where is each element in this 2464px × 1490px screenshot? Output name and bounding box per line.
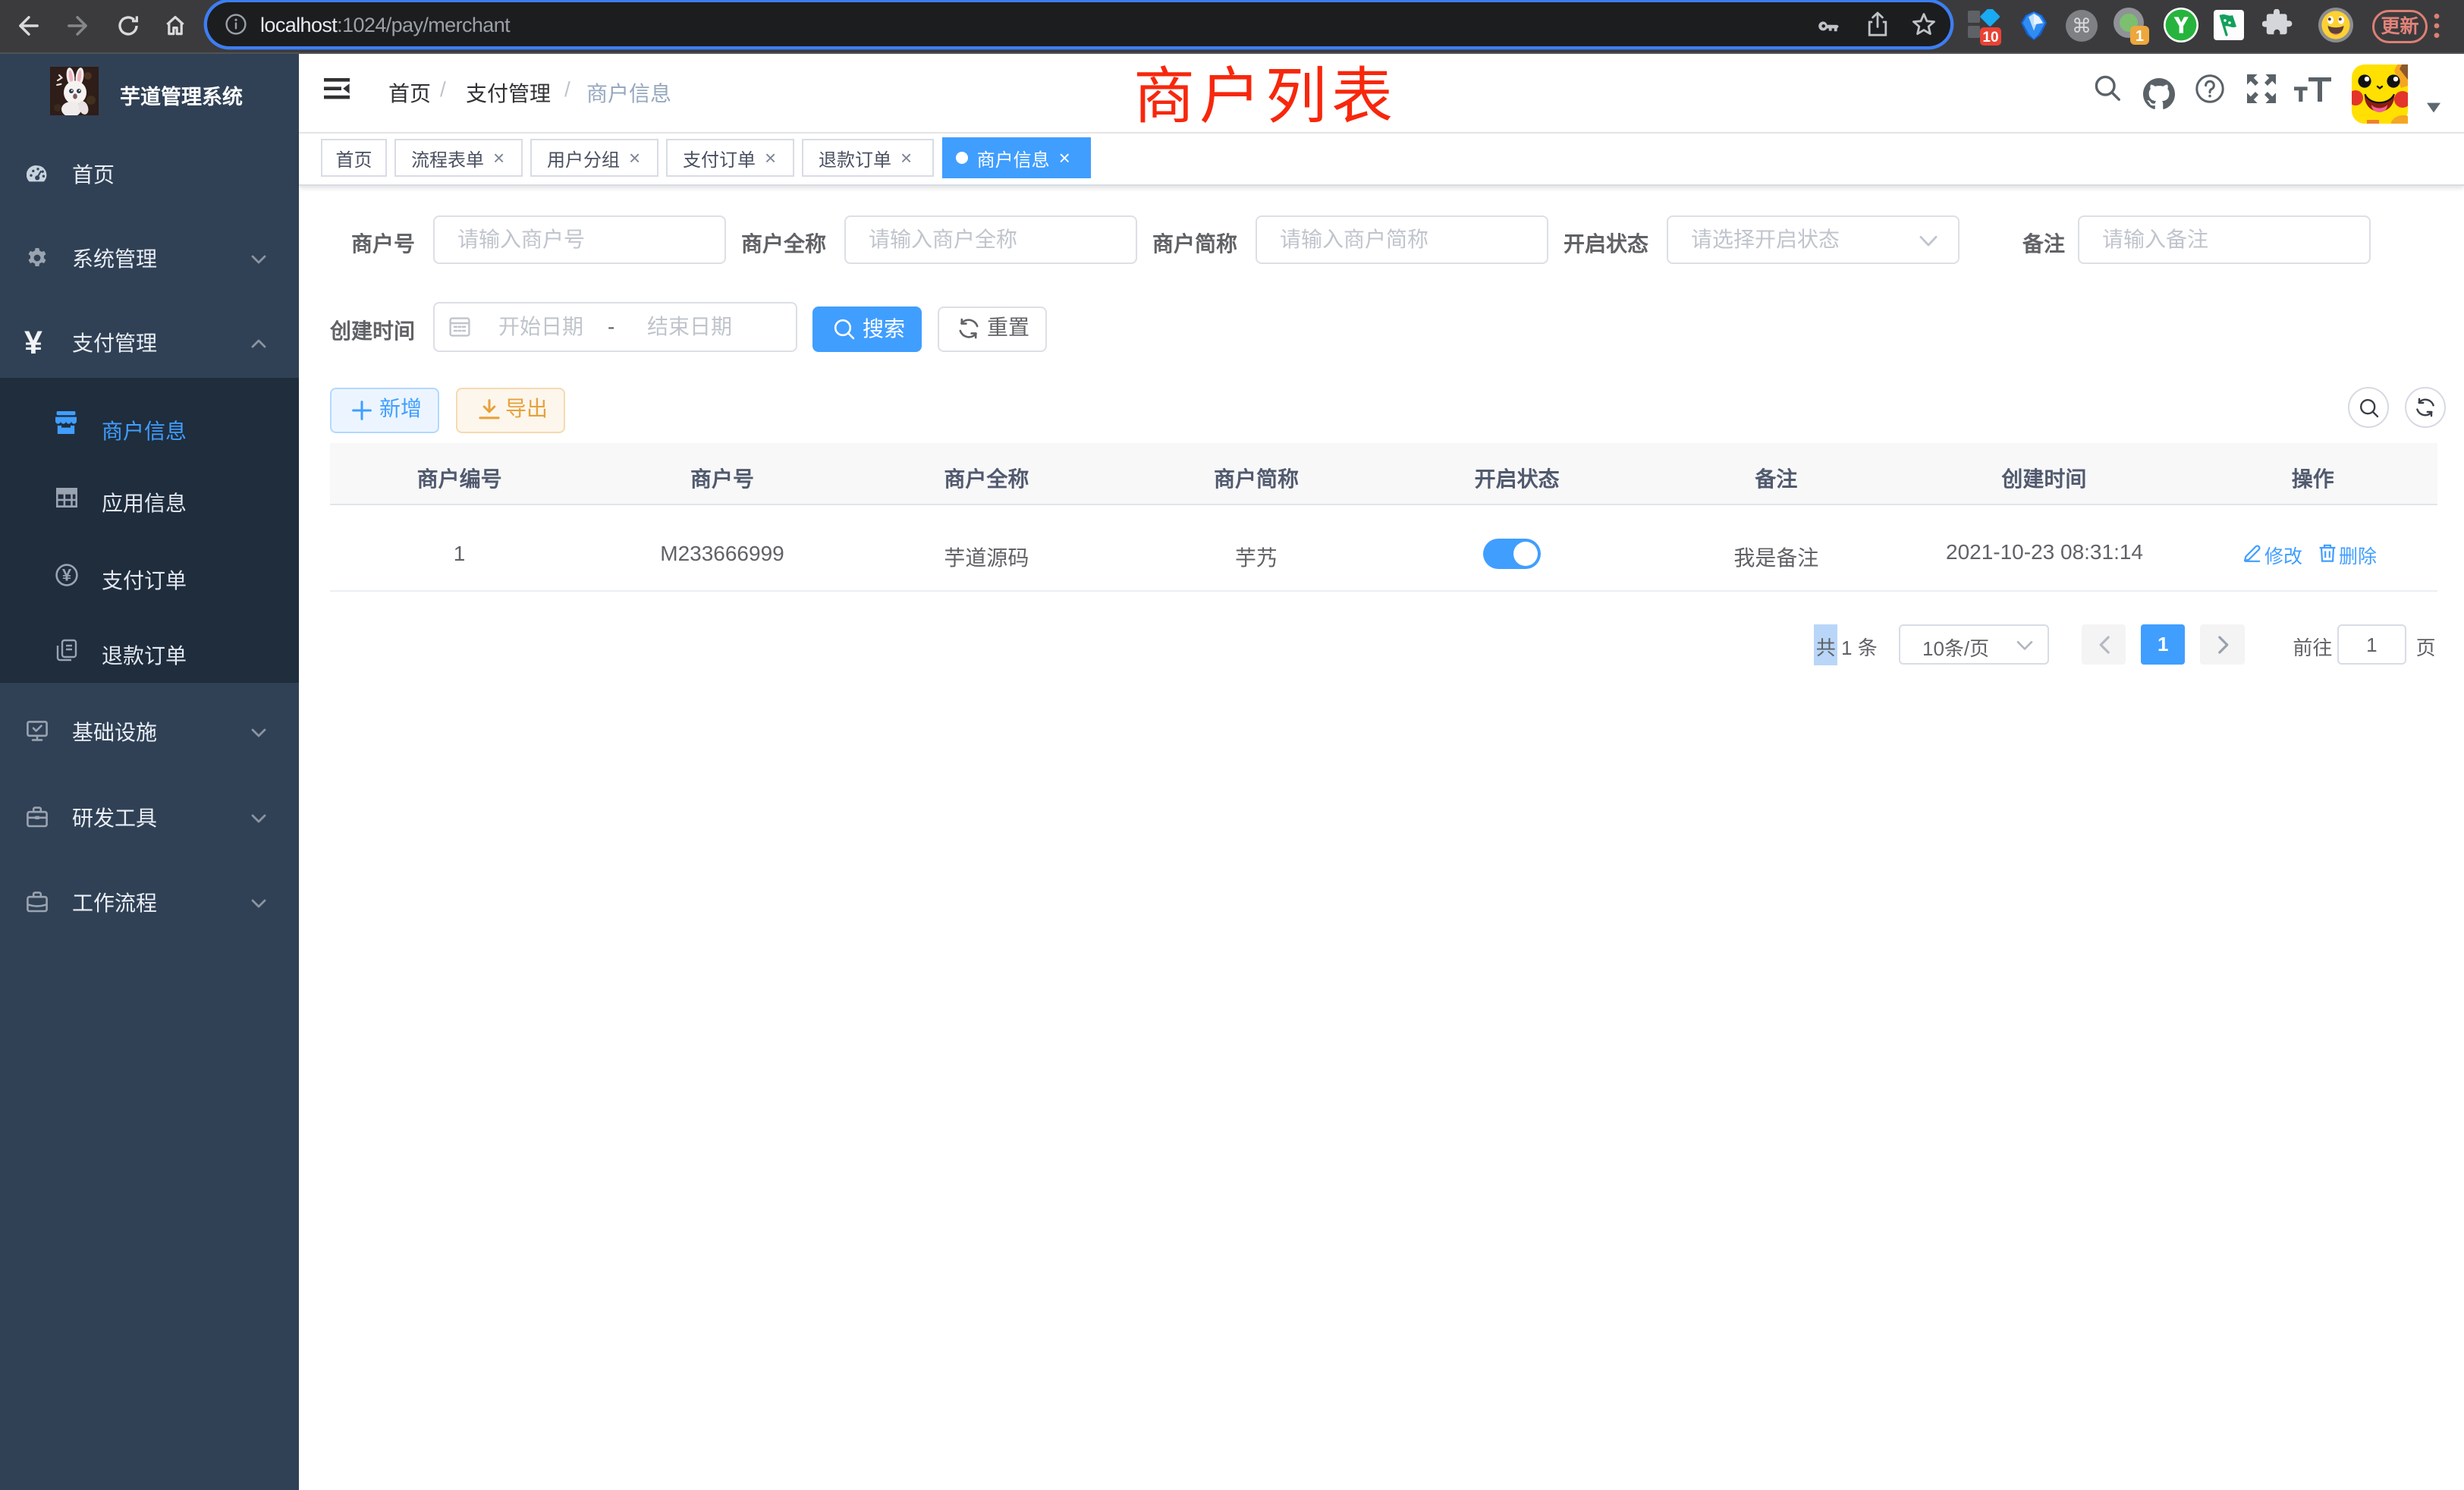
svg-text:1: 1: [2136, 28, 2144, 45]
svg-text:⌘: ⌘: [2072, 14, 2092, 37]
svg-text:10: 10: [1982, 30, 1998, 46]
svg-text:¥: ¥: [62, 565, 72, 584]
